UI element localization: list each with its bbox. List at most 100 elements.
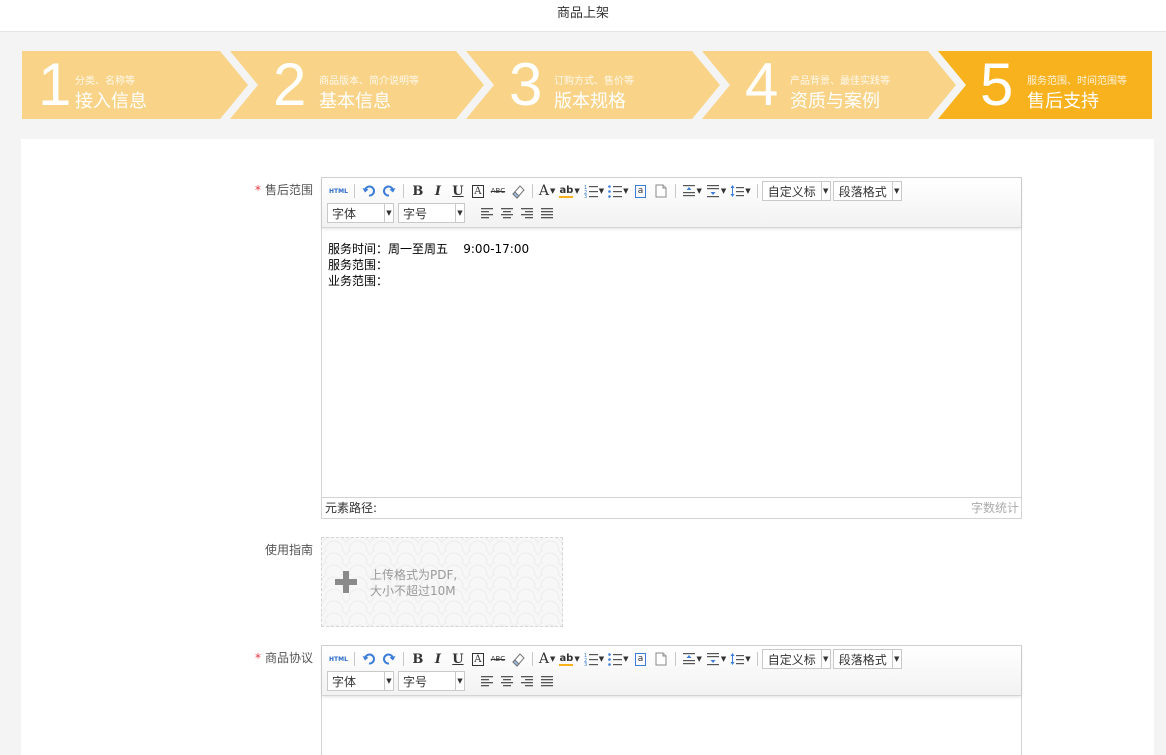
align-center-icon[interactable] <box>497 203 517 223</box>
page-icon[interactable] <box>651 649 671 669</box>
step-2-title: 基本信息 <box>319 91 391 112</box>
after-sales-editor-content[interactable]: 服务时间：周一至周五 9:00-17:00 服务范围： 业务范围： <box>322 228 1021 302</box>
svg-text:3: 3 <box>584 194 587 198</box>
custom-title-dropdown[interactable]: 自定义标 ▼ <box>761 649 831 669</box>
align-justify-icon[interactable] <box>537 671 557 691</box>
highlight-color-button[interactable]: ab ▼ <box>557 181 581 201</box>
font-family-select[interactable]: 字体 ▼ <box>327 671 394 691</box>
font-size-select[interactable]: 字号 ▼ <box>398 671 465 691</box>
step-4-number: 4 <box>745 51 779 118</box>
upload-hint: 上传格式为PDF, 大小不超过10M <box>370 567 457 599</box>
step-5-subtitle: 服务范围、时间范围等 <box>1027 76 1127 87</box>
align-right-icon[interactable] <box>517 203 537 223</box>
line-height-icon[interactable]: ▼ <box>728 649 752 669</box>
agreement-editor-content[interactable] <box>322 696 1021 722</box>
italic-button[interactable]: I <box>428 181 448 201</box>
editor-toolbar: HTML B I U A ABC A ▼ ab ▼ 1 2 3 ▼ ▼ a ▼ ▼ ▼ 自… <box>322 178 1021 228</box>
page-icon[interactable] <box>651 181 671 201</box>
highlight-color-button[interactable]: ab ▼ <box>557 649 581 669</box>
align-center-icon[interactable] <box>497 671 517 691</box>
toolbar-row-1: HTML B I U A ABC A ▼ ab ▼ 1 2 3 ▼ ▼ a ▼ ▼ ▼ 自… <box>327 649 902 669</box>
plus-icon <box>335 571 357 593</box>
step-5-title: 售后支持 <box>1027 91 1099 112</box>
svg-text:3: 3 <box>584 662 587 666</box>
element-path-label: 元素路径: <box>325 501 378 515</box>
step-5-number: 5 <box>980 51 1014 118</box>
step-1-number: 1 <box>38 51 72 118</box>
guide-label: 使用指南 <box>264 543 313 557</box>
content-line: 服务时间：周一至周五 9:00-17:00 <box>328 242 530 256</box>
row-spacing-top-icon[interactable]: ▼ <box>680 649 704 669</box>
undo-icon[interactable] <box>359 181 379 201</box>
unordered-list-icon[interactable]: ▼ <box>606 181 630 201</box>
agreement-editor: HTML B I U A ABC A ▼ ab ▼ 1 2 3 ▼ ▼ a ▼ ▼ ▼ 自… <box>321 645 1022 755</box>
content-line: 业务范围： <box>328 274 389 288</box>
font-size-select[interactable]: 字号 ▼ <box>398 203 465 223</box>
font-border-button[interactable]: A <box>468 649 488 669</box>
font-border-button[interactable]: A <box>468 181 488 201</box>
upload-hint-line-1: 上传格式为PDF, <box>370 568 458 582</box>
step-5[interactable]: 5 服务范围、时间范围等 售后支持 <box>938 51 1152 119</box>
step-1-title: 接入信息 <box>75 91 147 112</box>
step-2[interactable]: 2 商品版本、简介说明等 基本信息 <box>230 51 466 119</box>
page-title: 商品上架 <box>556 6 609 21</box>
html-source-button[interactable]: HTML <box>327 649 350 669</box>
ordered-list-icon[interactable]: 1 2 3 ▼ <box>582 181 606 201</box>
row-spacing-bottom-icon[interactable]: ▼ <box>704 181 728 201</box>
bold-button[interactable]: B <box>408 649 428 669</box>
step-1-subtitle: 分类、名称等 <box>75 76 135 87</box>
after-sales-editor: HTML B I U A ABC A ▼ ab ▼ 1 2 3 ▼ ▼ a ▼ ▼ ▼ 自… <box>321 177 1022 519</box>
html-source-button[interactable]: HTML <box>327 181 350 201</box>
strikethrough-button[interactable]: ABC <box>488 181 508 201</box>
font-color-button[interactable]: A ▼ <box>537 181 558 201</box>
font-color-button[interactable]: A ▼ <box>537 649 558 669</box>
paste-plain-button[interactable]: a <box>631 181 651 201</box>
paragraph-format-dropdown[interactable]: 段落格式 ▼ <box>832 649 902 669</box>
guide-upload-area[interactable]: 上传格式为PDF, 大小不超过10M <box>321 537 563 627</box>
align-left-icon[interactable] <box>477 671 497 691</box>
toolbar-row-2: 字体 ▼ 字号 ▼ <box>327 203 557 223</box>
row-spacing-top-icon[interactable]: ▼ <box>680 181 704 201</box>
agreement-label: * 商品协议 <box>254 651 313 665</box>
step-1[interactable]: 1 分类、名称等 接入信息 <box>22 51 232 119</box>
paragraph-format-dropdown[interactable]: 段落格式 ▼ <box>832 181 902 201</box>
step-4-subtitle: 产品背景、最佳实践等 <box>790 76 890 87</box>
step-3-number: 3 <box>509 51 543 118</box>
editor-toolbar: HTML B I U A ABC A ▼ ab ▼ 1 2 3 ▼ ▼ a ▼ ▼ ▼ 自… <box>322 646 1021 696</box>
align-right-icon[interactable] <box>517 671 537 691</box>
word-count-label: 字数统计 <box>970 501 1019 515</box>
after-sales-label: * 售后范围 <box>254 183 313 197</box>
row-spacing-bottom-icon[interactable]: ▼ <box>704 649 728 669</box>
editor-statusbar: 元素路径: 字数统计 <box>322 497 1021 518</box>
step-3[interactable]: 3 订购方式、售价等 版本规格 <box>466 51 702 119</box>
upload-hint-line-2: 大小不超过10M <box>370 584 456 598</box>
italic-button[interactable]: I <box>428 649 448 669</box>
eraser-icon[interactable] <box>508 649 528 669</box>
underline-button[interactable]: U <box>448 649 468 669</box>
step-3-subtitle: 订购方式、售价等 <box>554 76 634 87</box>
font-family-select[interactable]: 字体 ▼ <box>327 203 394 223</box>
ordered-list-icon[interactable]: 1 2 3 ▼ <box>582 649 606 669</box>
align-justify-icon[interactable] <box>537 203 557 223</box>
page-header: 商品上架 <box>0 0 1166 32</box>
unordered-list-icon[interactable]: ▼ <box>606 649 630 669</box>
step-2-subtitle: 商品版本、简介说明等 <box>319 76 419 87</box>
line-height-icon[interactable]: ▼ <box>728 181 752 201</box>
eraser-icon[interactable] <box>508 181 528 201</box>
step-4[interactable]: 4 产品背景、最佳实践等 资质与案例 <box>702 51 938 119</box>
paste-plain-button[interactable]: a <box>631 649 651 669</box>
step-2-number: 2 <box>273 51 307 118</box>
redo-icon[interactable] <box>379 649 399 669</box>
content-line: 服务范围： <box>328 258 389 272</box>
step-4-title: 资质与案例 <box>790 91 880 112</box>
undo-icon[interactable] <box>359 649 379 669</box>
step-progress-bar: 1 分类、名称等 接入信息 2 商品版本、简介说明等 基本信息 3 订购方式、售… <box>22 51 1152 119</box>
toolbar-row-2: 字体 ▼ 字号 ▼ <box>327 671 557 691</box>
underline-button[interactable]: U <box>448 181 468 201</box>
bold-button[interactable]: B <box>408 181 428 201</box>
strikethrough-button[interactable]: ABC <box>488 649 508 669</box>
redo-icon[interactable] <box>379 181 399 201</box>
required-star: * <box>254 183 261 197</box>
align-left-icon[interactable] <box>477 203 497 223</box>
custom-title-dropdown[interactable]: 自定义标 ▼ <box>761 181 831 201</box>
